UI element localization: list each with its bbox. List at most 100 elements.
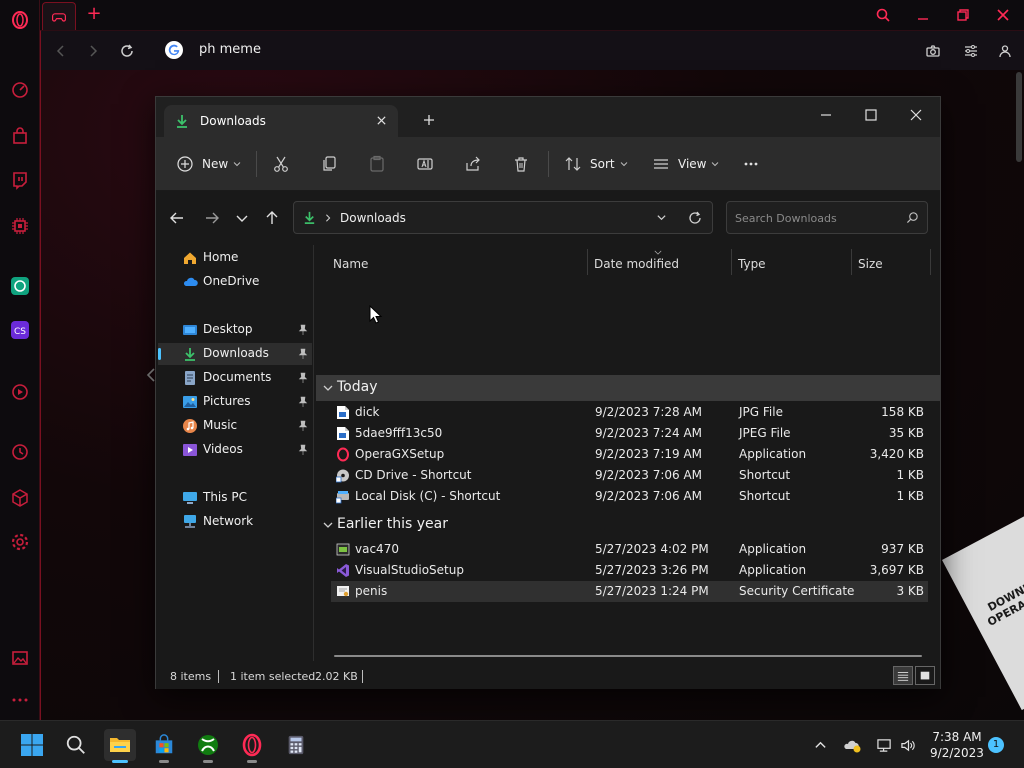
taskbar-opera-gx[interactable] (236, 729, 268, 763)
search-input[interactable] (735, 209, 895, 227)
column-divider[interactable] (731, 249, 732, 275)
up-button[interactable] (261, 207, 283, 229)
column-header-type[interactable]: Type (738, 251, 848, 275)
pin-icon[interactable] (298, 420, 308, 432)
horizontal-scrollbar[interactable] (334, 655, 922, 657)
explorer-tab-downloads[interactable]: Downloads (164, 105, 398, 137)
nav-item-this-pc[interactable]: This PC (158, 487, 312, 509)
wallpaper-icon[interactable] (8, 646, 32, 670)
gx-profile-icon[interactable] (995, 41, 1015, 61)
sort-button[interactable]: Sort (564, 149, 628, 179)
pin-icon[interactable] (298, 324, 308, 336)
column-divider[interactable] (930, 249, 931, 275)
column-header-size[interactable]: Size (858, 251, 928, 275)
address-history-chevron-icon[interactable] (656, 212, 667, 223)
show-hidden-icons-button[interactable] (810, 735, 830, 755)
pin-icon[interactable] (298, 444, 308, 456)
start-button[interactable] (16, 729, 48, 761)
gx-easy-setup-icon[interactable] (961, 41, 981, 61)
gx-minimize-button[interactable] (912, 4, 934, 26)
recent-locations-button[interactable] (231, 207, 253, 229)
browser-side-arrow-icon[interactable] (146, 368, 156, 382)
history-icon[interactable] (8, 440, 32, 464)
opera-logo-icon[interactable] (8, 8, 32, 32)
explorer-minimize-button[interactable] (806, 101, 846, 129)
tab-close-icon[interactable] (372, 111, 390, 129)
gx-new-tab-button[interactable]: + (84, 4, 104, 24)
gx-forward-icon[interactable] (83, 41, 103, 61)
nav-item-documents[interactable]: Documents (158, 367, 312, 389)
address-bar[interactable]: Downloads (293, 201, 713, 234)
cpu-limiter-icon[interactable] (8, 214, 32, 238)
view-button[interactable]: View (652, 149, 719, 179)
pin-icon[interactable] (298, 348, 308, 360)
gx-close-button[interactable] (992, 4, 1014, 26)
gx-tab-gamepad[interactable] (42, 2, 76, 30)
more-options-button[interactable] (742, 149, 760, 179)
nav-item-videos[interactable]: Videos (158, 439, 312, 461)
tray-onedrive-sync[interactable] (842, 735, 862, 755)
taskbar-microsoft-store[interactable] (148, 729, 180, 763)
gx-restore-button[interactable] (952, 4, 974, 26)
address-current-folder[interactable]: Downloads (340, 211, 406, 225)
explorer-new-tab-button[interactable] (420, 111, 438, 129)
rename-button[interactable] (416, 149, 434, 179)
search-box[interactable] (726, 201, 928, 234)
file-row[interactable]: 5dae9fff13c50 9/2/2023 7:24 AM JPEG File… (331, 423, 928, 444)
delete-button[interactable] (512, 149, 530, 179)
nav-item-downloads[interactable]: Downloads (158, 343, 312, 365)
shopping-bag-icon[interactable] (8, 124, 32, 148)
file-row[interactable]: Local Disk (C) - Shortcut 9/2/2023 7:06 … (331, 486, 928, 507)
column-header-name[interactable]: Name (333, 251, 583, 275)
file-row[interactable]: CD Drive - Shortcut 9/2/2023 7:06 AM Sho… (331, 465, 928, 486)
settings-gear-icon[interactable] (8, 530, 32, 554)
details-view-button[interactable] (893, 666, 913, 685)
explorer-close-button[interactable] (896, 101, 936, 129)
taskbar-calculator[interactable] (280, 729, 312, 761)
speed-dial-icon[interactable] (8, 78, 32, 102)
column-divider[interactable] (851, 249, 852, 275)
group-header-today[interactable]: Today (316, 375, 940, 401)
notification-badge[interactable]: 1 (988, 737, 1004, 753)
copy-button[interactable] (320, 149, 338, 179)
taskbar-search-button[interactable] (60, 729, 92, 761)
cs-app-icon[interactable]: CS (8, 318, 32, 342)
taskbar-file-explorer[interactable] (104, 729, 136, 763)
back-button[interactable] (166, 207, 188, 229)
column-header-date[interactable]: Date modified (594, 250, 734, 275)
tray-volume[interactable] (898, 735, 918, 755)
nav-item-network[interactable]: Network (158, 511, 312, 533)
taskbar-xbox[interactable] (192, 729, 224, 763)
more-dots-icon[interactable] (8, 688, 32, 712)
nav-item-pictures[interactable]: Pictures (158, 391, 312, 413)
file-row[interactable]: VisualStudioSetup 5/27/2023 3:26 PM Appl… (331, 560, 928, 581)
group-header-earlier-this-year[interactable]: Earlier this year (316, 512, 940, 538)
browser-scrollbar[interactable] (1016, 72, 1022, 162)
gx-snapshot-camera-icon[interactable] (923, 41, 943, 61)
pin-icon[interactable] (298, 396, 308, 408)
pin-icon[interactable] (298, 372, 308, 384)
extensions-cube-icon[interactable] (8, 486, 32, 510)
file-row[interactable]: dick 9/2/2023 7:28 AM JPG File 158 KB (331, 402, 928, 423)
gx-reload-icon[interactable] (117, 41, 137, 61)
twitch-icon[interactable] (8, 168, 32, 192)
refresh-icon[interactable] (688, 211, 702, 225)
tiles-view-button[interactable] (915, 666, 935, 685)
gx-back-icon[interactable] (51, 41, 71, 61)
tray-network[interactable] (874, 735, 894, 755)
file-row-selected[interactable]: penis 5/27/2023 1:24 PM Security Certifi… (331, 581, 928, 602)
chatgpt-icon[interactable] (8, 274, 32, 298)
taskbar-clock[interactable]: 7:38 AM 9/2/2023 (924, 729, 990, 761)
cut-button[interactable] (272, 149, 290, 179)
paste-button[interactable] (368, 149, 386, 179)
file-row[interactable]: OperaGXSetup 9/2/2023 7:19 AM Applicatio… (331, 444, 928, 465)
explorer-maximize-button[interactable] (851, 101, 891, 129)
column-divider[interactable] (587, 249, 588, 275)
nav-item-home[interactable]: Home (158, 247, 312, 269)
nav-item-desktop[interactable]: Desktop (158, 319, 312, 341)
nav-item-onedrive[interactable]: OneDrive (158, 271, 312, 293)
forward-button[interactable] (201, 207, 223, 229)
player-icon[interactable] (8, 380, 32, 404)
nav-item-music[interactable]: Music (158, 415, 312, 437)
gx-url-text[interactable]: ph meme (199, 42, 261, 57)
